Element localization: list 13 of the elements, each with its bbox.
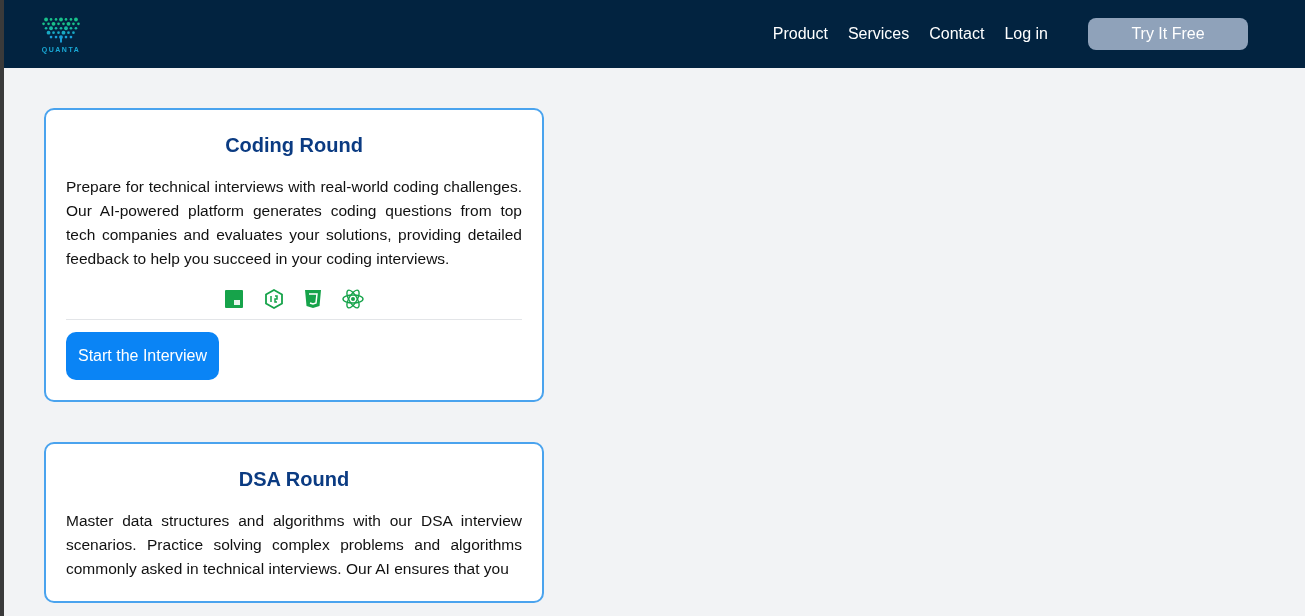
nav-link[interactable]: Contact xyxy=(929,25,985,43)
nav-link[interactable]: Product xyxy=(772,25,828,43)
card-title: Coding Round xyxy=(224,134,364,157)
card-description: Prepare for technical interviews with real-world coding challenges. Our AI-powered platform generates coding questions from top tech companies and evaluates your solutions, providing detailed feedback to help you succeed in your coding interviews. xyxy=(66,177,522,269)
card-description: Master data structures and algorithms with our DSA interview scenarios. Practice solving complex problems and algorithms commonly asked in technical interviews. Our AI ensures that you xyxy=(66,511,522,579)
card-title: DSA Round xyxy=(237,468,351,491)
atom-icon xyxy=(342,289,364,309)
start-interview-button[interactable]: Start the Interview xyxy=(66,332,219,380)
square-icon xyxy=(224,289,244,309)
nav-link[interactable]: Log in xyxy=(1004,25,1048,43)
shield-icon xyxy=(304,289,322,309)
nav-link[interactable]: Services xyxy=(847,25,910,43)
hexagon-icon xyxy=(264,289,284,309)
